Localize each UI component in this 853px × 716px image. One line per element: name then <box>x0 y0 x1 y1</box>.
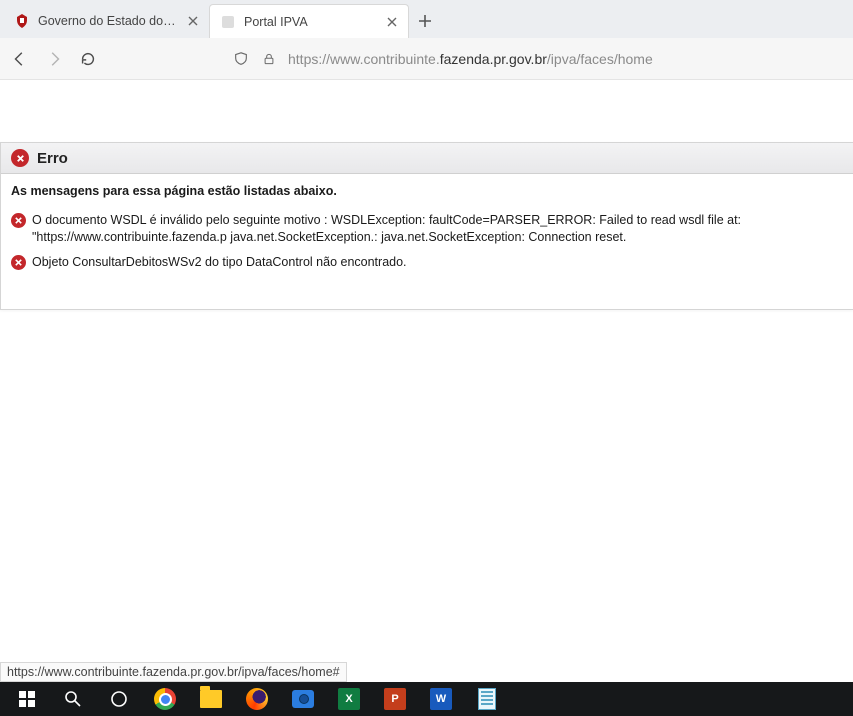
shield-icon[interactable] <box>232 50 250 68</box>
back-button[interactable] <box>10 49 30 69</box>
new-tab-button[interactable] <box>409 4 441 38</box>
page-content: Erro As mensagens para essa página estão… <box>0 142 853 310</box>
error-icon <box>11 213 26 228</box>
browser-toolbar: https://www.contribuinte.fazenda.pr.gov.… <box>0 38 853 80</box>
notepad-icon[interactable] <box>464 682 510 716</box>
chrome-icon[interactable] <box>142 682 188 716</box>
error-header: Erro <box>1 143 853 174</box>
firefox-icon[interactable] <box>234 682 280 716</box>
error-subtitle: As mensagens para essa página estão list… <box>11 184 843 198</box>
file-explorer-icon[interactable] <box>188 682 234 716</box>
task-view-button[interactable] <box>96 682 142 716</box>
url-prefix: https://www.contribuinte. <box>288 51 440 67</box>
powerpoint-icon[interactable]: P <box>372 682 418 716</box>
error-title: Erro <box>37 150 68 167</box>
browser-tab-portal-ipva[interactable]: Portal IPVA <box>209 4 409 38</box>
error-message: Objeto ConsultarDebitosWSv2 do tipo Data… <box>11 254 843 271</box>
lock-icon[interactable] <box>260 50 278 68</box>
close-icon[interactable] <box>384 14 400 30</box>
tab-title: Portal IPVA <box>244 15 376 29</box>
error-message-text: O documento WSDL é inválido pelo seguint… <box>32 212 843 246</box>
url-suffix: /ipva/faces/home <box>547 51 653 67</box>
windows-taskbar: X P W <box>0 682 853 716</box>
favicon-icon <box>14 13 30 29</box>
error-message: O documento WSDL é inválido pelo seguint… <box>11 212 843 246</box>
error-icon <box>11 149 29 167</box>
error-icon <box>11 255 26 270</box>
search-button[interactable] <box>50 682 96 716</box>
browser-tab-governo[interactable]: Governo do Estado do Paraná <box>4 4 209 38</box>
start-button[interactable] <box>4 682 50 716</box>
nav-buttons <box>10 49 98 69</box>
excel-icon[interactable]: X <box>326 682 372 716</box>
tab-strip: Governo do Estado do Paraná Portal IPVA <box>0 0 853 38</box>
url-text: https://www.contribuinte.fazenda.pr.gov.… <box>288 51 653 67</box>
error-panel: Erro As mensagens para essa página estão… <box>0 142 853 310</box>
word-icon[interactable]: W <box>418 682 464 716</box>
forward-button[interactable] <box>44 49 64 69</box>
error-message-text: Objeto ConsultarDebitosWSv2 do tipo Data… <box>32 254 843 271</box>
status-bar: https://www.contribuinte.fazenda.pr.gov.… <box>0 662 347 682</box>
tab-title: Governo do Estado do Paraná <box>38 14 177 28</box>
camera-icon[interactable] <box>280 682 326 716</box>
error-body: As mensagens para essa página estão list… <box>1 174 853 309</box>
url-domain: fazenda.pr.gov.br <box>440 51 547 67</box>
address-bar[interactable]: https://www.contribuinte.fazenda.pr.gov.… <box>112 50 843 68</box>
close-icon[interactable] <box>185 13 201 29</box>
favicon-icon <box>220 14 236 30</box>
reload-button[interactable] <box>78 49 98 69</box>
